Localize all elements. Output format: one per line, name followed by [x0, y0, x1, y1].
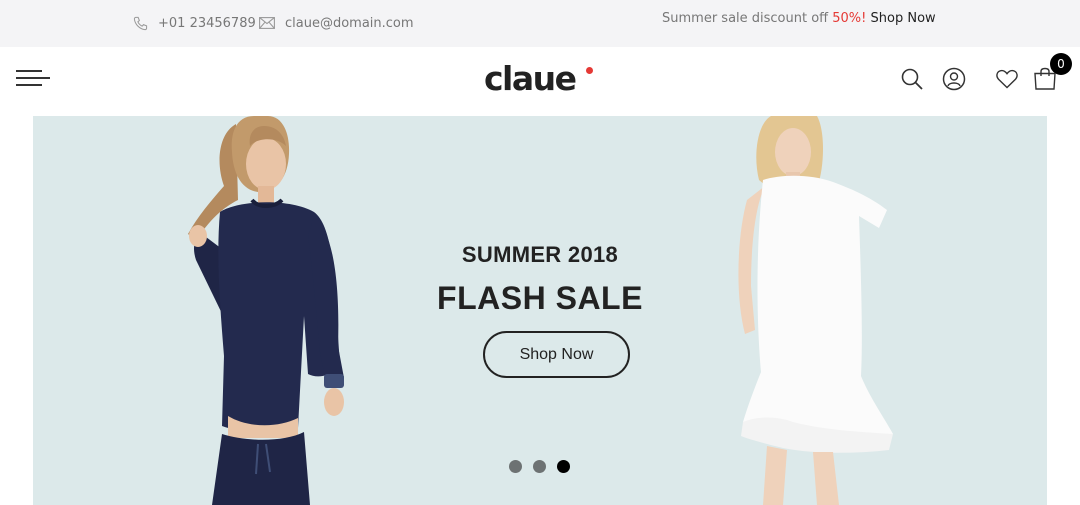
phone-number: +01 23456789: [158, 15, 256, 31]
phone-icon: [133, 16, 148, 30]
email-address: claue@domain.com: [285, 15, 414, 31]
slider-dot-1[interactable]: [509, 460, 522, 473]
phone-contact[interactable]: +01 23456789: [133, 13, 256, 33]
promo-message: Summer sale discount off 50%! Shop Now: [662, 11, 936, 26]
slider-dot-3[interactable]: [557, 460, 570, 473]
top-bar: +01 23456789 claue@domain.com Summer sal…: [0, 0, 1080, 47]
heart-icon[interactable]: [995, 67, 1019, 91]
cart-count-badge: 0: [1050, 53, 1072, 75]
promo-shop-now-link[interactable]: Shop Now: [871, 11, 936, 26]
site-logo[interactable]: claue: [484, 59, 593, 99]
menu-icon[interactable]: [16, 69, 52, 91]
hero-shop-now-button[interactable]: Shop Now: [483, 331, 630, 378]
user-icon[interactable]: [942, 67, 966, 91]
hero-title: FLASH SALE: [437, 280, 643, 316]
mail-icon: [259, 17, 275, 29]
logo-dot: [586, 67, 593, 74]
slider-pagination: [509, 460, 581, 473]
search-icon[interactable]: [900, 67, 924, 91]
slider-dot-2[interactable]: [533, 460, 546, 473]
logo-text: claue: [484, 59, 577, 98]
site-header: claue 0: [0, 47, 1080, 116]
hero-subtitle: SUMMER 2018: [461, 242, 619, 267]
promo-text: Summer sale discount off: [662, 11, 833, 26]
promo-highlight: 50%!: [832, 11, 867, 26]
email-contact[interactable]: claue@domain.com: [259, 13, 414, 33]
hero-banner: SUMMER 2018 FLASH SALE Shop Now: [33, 116, 1047, 505]
